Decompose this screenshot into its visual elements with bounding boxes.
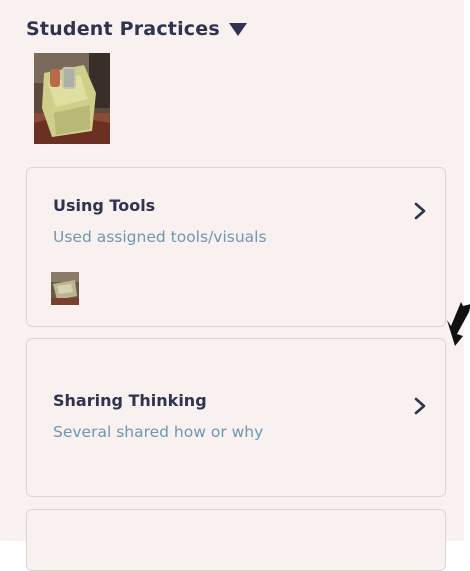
card-title: Sharing Thinking <box>53 391 207 410</box>
student-practices-panel: Student Practices Using Tools Used assig… <box>0 0 464 571</box>
section-title: Student Practices <box>26 18 220 40</box>
caret-down-icon[interactable] <box>228 22 247 36</box>
practice-card-sharing-thinking[interactable]: Sharing Thinking Several shared how or w… <box>26 338 446 497</box>
card-subtitle: Used assigned tools/visuals <box>53 228 267 246</box>
card-title: Using Tools <box>53 196 156 215</box>
attached-photo-thumbnail[interactable] <box>34 53 110 144</box>
chevron-right-icon[interactable] <box>411 200 429 222</box>
card-photo-thumbnail[interactable] <box>51 272 79 305</box>
practice-card-partial[interactable] <box>26 509 446 571</box>
section-header-student-practices[interactable]: Student Practices <box>26 18 247 40</box>
chevron-right-icon[interactable] <box>411 395 429 417</box>
practice-card-using-tools[interactable]: Using Tools Used assigned tools/visuals <box>26 167 446 327</box>
pointer-arrow-icon <box>447 302 470 346</box>
card-subtitle: Several shared how or why <box>53 423 264 441</box>
